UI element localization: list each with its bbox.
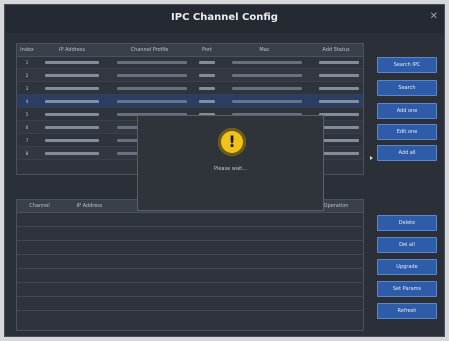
delete-all-button[interactable]: Del all: [377, 237, 437, 253]
upgrade-button[interactable]: Upgrade: [377, 259, 437, 275]
row-index: 6: [25, 125, 29, 130]
table-divider: [17, 282, 363, 283]
row-status: [319, 139, 359, 142]
table-divider: [17, 296, 363, 297]
row-port: [199, 61, 215, 64]
warning-icon: !: [218, 128, 246, 156]
row-ip: [45, 74, 99, 77]
window-title: IPC Channel Config: [171, 12, 278, 23]
row-profile: [117, 61, 187, 64]
row-ip: [45, 87, 99, 90]
edit-one-button[interactable]: Edit one: [377, 124, 437, 140]
table-divider: [17, 310, 363, 311]
row-status: [319, 87, 359, 90]
row-index: 5: [25, 112, 29, 117]
row-index: 8: [25, 151, 29, 156]
header-index: Index: [20, 47, 34, 53]
row-index: 2: [25, 73, 29, 78]
refresh-button[interactable]: Refresh: [377, 303, 437, 319]
header-status: Add Status: [322, 47, 350, 53]
row-index: 7: [25, 138, 29, 143]
table-divider: [17, 254, 363, 255]
row-ip: [45, 113, 99, 116]
row-ip: [45, 126, 99, 129]
row-index: 3: [25, 86, 29, 91]
dialog-message: Please wait...: [213, 166, 248, 172]
table-divider: [17, 240, 363, 241]
table-row[interactable]: 1: [17, 56, 363, 69]
table-row-selected[interactable]: 4: [17, 95, 363, 108]
row-ip: [45, 152, 99, 155]
please-wait-dialog: ! Please wait...: [137, 115, 324, 211]
row-status: [319, 61, 359, 64]
title-bar: IPC Channel Config ✕: [5, 5, 444, 33]
table-divider: [17, 268, 363, 269]
set-params-button[interactable]: Set Params: [377, 281, 437, 297]
close-icon[interactable]: ✕: [430, 11, 438, 22]
header-mac: Mac: [259, 47, 270, 53]
table-divider: [17, 226, 363, 227]
row-profile: [117, 87, 187, 90]
table-row[interactable]: 3: [17, 82, 363, 95]
row-mac: [232, 61, 302, 64]
search-ipc-button[interactable]: Search IPC: [377, 57, 437, 73]
row-status: [319, 126, 359, 129]
ipc-channel-table: Channel IP Address Operation: [16, 199, 364, 331]
row-mac: [232, 87, 302, 90]
row-ip: [45, 139, 99, 142]
row-port: [199, 74, 215, 77]
delete-button[interactable]: Delete: [377, 215, 437, 231]
row-index: 1: [25, 60, 29, 65]
header-channel: Channel: [29, 203, 50, 209]
header-ip: IP Address: [76, 203, 103, 209]
mouse-cursor-icon: [370, 156, 373, 160]
row-profile: [117, 100, 187, 103]
ipc-channel-config-window: IPC Channel Config ✕ Index IP Address Ch…: [4, 4, 445, 337]
row-status: [319, 113, 359, 116]
row-mac: [232, 100, 302, 103]
header-profile: Channel Profile: [130, 47, 169, 53]
row-status: [319, 74, 359, 77]
table-row[interactable]: 2: [17, 69, 363, 82]
row-ip: [45, 100, 99, 103]
row-status: [319, 152, 359, 155]
row-mac: [232, 74, 302, 77]
row-port: [199, 100, 215, 103]
row-status: [319, 100, 359, 103]
search-button[interactable]: Search: [377, 80, 437, 96]
row-ip: [45, 61, 99, 64]
header-port: Port: [202, 47, 212, 53]
row-profile: [117, 74, 187, 77]
add-all-button[interactable]: Add all: [377, 145, 437, 161]
header-ip: IP Address: [59, 47, 85, 53]
add-one-button[interactable]: Add one: [377, 103, 437, 119]
row-port: [199, 87, 215, 90]
row-index: 4: [25, 99, 29, 104]
